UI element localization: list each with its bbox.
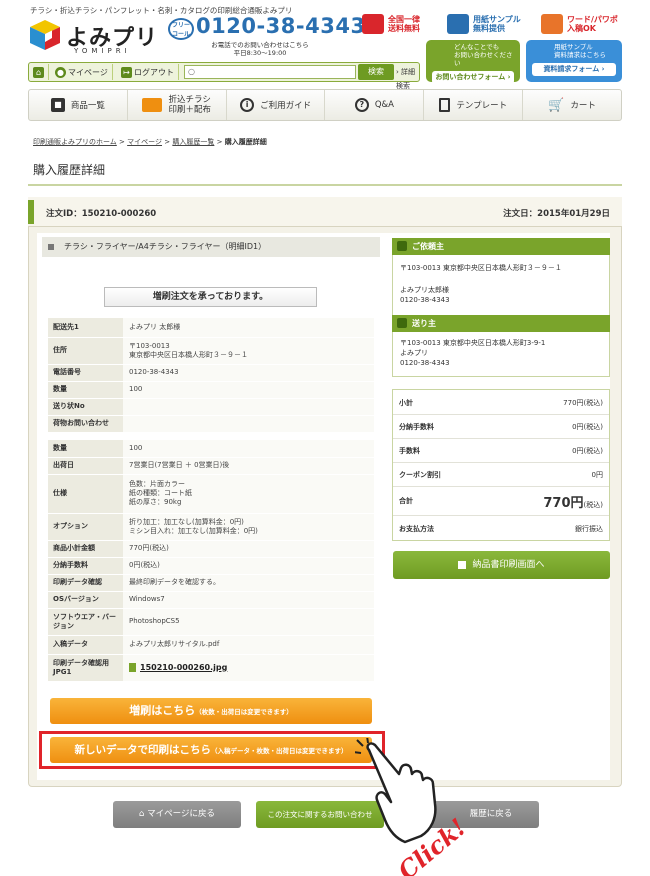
breadcrumb-current: 購入履歴詳細 bbox=[224, 138, 267, 146]
total-row: 合計 770円(税込) bbox=[393, 486, 609, 516]
logout-button[interactable]: ↦ ログアウト bbox=[117, 64, 179, 80]
payment-row: お支払方法 銀行振込 bbox=[399, 525, 603, 533]
highlight-frame bbox=[39, 731, 385, 769]
table-row: 印刷データ確認 最終印刷データを確認する。 bbox=[48, 574, 374, 592]
search-button[interactable]: 検索 bbox=[358, 64, 394, 80]
user-icon bbox=[397, 318, 407, 328]
phone-number[interactable]: 0120-38-4343 bbox=[196, 14, 366, 38]
image-file-icon bbox=[129, 663, 136, 672]
breadcrumb: 印刷通販よみプリのホーム > マイページ > 購入履歴一覧 > 購入履歴詳細 bbox=[33, 138, 267, 146]
cube-logo-icon bbox=[30, 20, 60, 50]
truck-icon bbox=[362, 14, 384, 34]
print-data-check-link[interactable]: 最終印刷データを確認する。 bbox=[123, 574, 374, 592]
feature-word-ppt: ワード/パワポ 入稿OK bbox=[541, 10, 618, 38]
factory-icon bbox=[142, 98, 163, 112]
shipping-table: 配送先1 よみプリ 太郎様 住所 〒103-0013 東京都中央区日本橋人形町３－９… bbox=[48, 318, 374, 433]
site-logo[interactable]: よみプリ YOMIPRI bbox=[28, 18, 178, 60]
nav-products[interactable]: ■ 商品一覧 bbox=[29, 90, 128, 120]
cart-icon: 🛒 bbox=[548, 97, 565, 113]
sender-phone: 0120-38-4343 bbox=[400, 359, 450, 367]
back-to-mypage-button[interactable]: ⌂ マイページに戻る bbox=[113, 801, 241, 828]
logo-subtext: YOMIPRI bbox=[74, 47, 131, 55]
mypage-button[interactable]: ● マイページ bbox=[51, 64, 113, 80]
nav-guide[interactable]: i ご利用ガイド bbox=[227, 90, 326, 120]
table-row: 印刷データ確認用JPG1 150210-000260.jpg bbox=[48, 654, 374, 682]
table-row: 入稿データ よみプリ太郎リサイタル.pdf bbox=[48, 635, 374, 655]
reprint-notice: 増刷注文を承っております。 bbox=[104, 287, 317, 307]
feature-free-shipping: 全国一律 送料無料 bbox=[362, 10, 420, 38]
home-icon: ⌂ bbox=[139, 809, 148, 819]
feature-paper-sample: 用紙サンプル 無料提供 bbox=[447, 10, 521, 38]
order-id: 注文ID：150210-000260 bbox=[46, 209, 157, 219]
nav-cart[interactable]: 🛒 カート bbox=[523, 90, 621, 120]
info-icon: i bbox=[240, 98, 255, 112]
table-row: オプション 折り加工：加工なし(加算料金：0円) ミシン目入れ：加工なし(加算料金… bbox=[48, 513, 374, 541]
table-row: 配送先1 よみプリ 太郎様 bbox=[48, 318, 374, 338]
template-icon bbox=[439, 98, 451, 112]
summary-row: クーポン割引 0円 bbox=[393, 462, 609, 487]
table-row: 仕様 色数：片面カラー 紙の種類：コート紙 紙の厚さ：90kg bbox=[48, 474, 374, 514]
question-icon: ? bbox=[354, 98, 369, 112]
summary-row: 分納手数料 0円(税込) bbox=[393, 414, 609, 439]
client-address: 〒103-0013 東京都中央区日本橋人形町３－９－１ bbox=[400, 264, 562, 272]
table-row: 出荷日 7営業日(7営業日 ＋ 0営業日)後 bbox=[48, 457, 374, 475]
sender-address: 〒103-0013 東京都中央区日本橋人形町3-9-1 bbox=[400, 339, 546, 347]
summary-row: 小計 770円(税込) bbox=[393, 390, 609, 415]
user-icon: ● bbox=[55, 66, 66, 78]
home-icon: ⌂ bbox=[33, 66, 44, 78]
sample-request-button[interactable]: 資料請求フォーム › bbox=[532, 63, 616, 76]
cube-icon: ■ bbox=[50, 98, 65, 112]
table-row: 数量 100 bbox=[48, 381, 374, 399]
sender-heading: 送り主 bbox=[392, 315, 610, 332]
title-divider bbox=[28, 184, 622, 186]
table-row: 数量 100 bbox=[48, 440, 374, 458]
table-row: 商品小計金額 770円(税込) bbox=[48, 540, 374, 558]
search-input[interactable]: ○ bbox=[184, 65, 356, 79]
paper-icon bbox=[447, 14, 469, 34]
summary-row: 手数料 0円(税込) bbox=[393, 438, 609, 463]
phone-note: お電話でのお問い合わせはこちら 平日8:30〜19:00 bbox=[211, 41, 309, 57]
reprint-button[interactable]: 増刷はこちら（枚数・出荷日は変更できます） bbox=[50, 698, 372, 724]
word-ppt-icon bbox=[541, 14, 563, 34]
user-icon bbox=[397, 241, 407, 251]
nav-template[interactable]: テンプレート bbox=[424, 90, 524, 120]
user-toolbar: ⌂ ● マイページ ↦ ログアウト ○ 検索 › 詳細検索 bbox=[28, 62, 420, 90]
main-nav: ■ 商品一覧 折込チラシ 印刷＋配布 i ご利用ガイド ? Q&A テンプレート… bbox=[28, 89, 622, 121]
order-date: 注文日：2015年01月29日 bbox=[503, 209, 610, 219]
details-table: 数量 100 出荷日 7営業日(7営業日 ＋ 0営業日)後 仕様 色数：片面カラー 紙… bbox=[48, 440, 374, 682]
freecall-badge: フリーコール bbox=[168, 18, 194, 40]
pointing-hand-icon: Click! bbox=[355, 738, 465, 876]
client-heading: ご依頼主 bbox=[392, 238, 610, 255]
delivery-slip-button[interactable]: 納品書印刷画面へ bbox=[393, 551, 610, 579]
jpg-file-link[interactable]: 150210-000260.jpg bbox=[140, 663, 227, 672]
breadcrumb-history[interactable]: 購入履歴一覧 bbox=[172, 138, 214, 146]
table-row: 電話番号 0120-38-4343 bbox=[48, 364, 374, 382]
table-row: ソフトウエア・バージョン PhotoshopCS5 bbox=[48, 608, 374, 636]
table-row: OSバージョン Windows7 bbox=[48, 591, 374, 609]
contact-form-button[interactable]: お問い合わせフォーム › bbox=[432, 71, 514, 84]
item-bullet-icon bbox=[48, 244, 54, 250]
sample-box: 用紙サンプル 資料請求はこちら 資料請求フォーム › bbox=[526, 40, 622, 82]
client-name: よみプリ太郎様 bbox=[400, 286, 449, 294]
contact-box: どんなことでも お問い合わせください お問い合わせフォーム › bbox=[426, 40, 520, 84]
search-icon: ○ bbox=[188, 67, 195, 76]
printer-icon bbox=[458, 560, 467, 569]
page-title: 購入履歴詳細 bbox=[33, 163, 106, 177]
table-row: 分納手数料 0円(税込) bbox=[48, 557, 374, 575]
order-header-accent bbox=[28, 200, 34, 224]
logout-icon: ↦ bbox=[121, 66, 132, 78]
nav-qa[interactable]: ? Q&A bbox=[325, 90, 425, 120]
table-row: 住所 〒103-0013 東京都中央区日本橋人形町３－９－１ bbox=[48, 337, 374, 365]
sender-name: よみプリ bbox=[400, 349, 428, 357]
breadcrumb-home[interactable]: 印刷通販よみプリのホーム bbox=[33, 138, 117, 146]
item-heading: チラシ・フライヤー/A4チラシ・フライヤー（明細ID1） bbox=[42, 237, 380, 257]
home-button[interactable]: ⌂ bbox=[29, 64, 49, 80]
client-phone: 0120-38-4343 bbox=[400, 296, 450, 304]
table-row: 荷物お問い合わせ bbox=[48, 415, 374, 433]
table-row: 送り状No bbox=[48, 398, 374, 416]
breadcrumb-mypage[interactable]: マイページ bbox=[127, 138, 162, 146]
nav-flyer-distribution[interactable]: 折込チラシ 印刷＋配布 bbox=[128, 90, 227, 120]
